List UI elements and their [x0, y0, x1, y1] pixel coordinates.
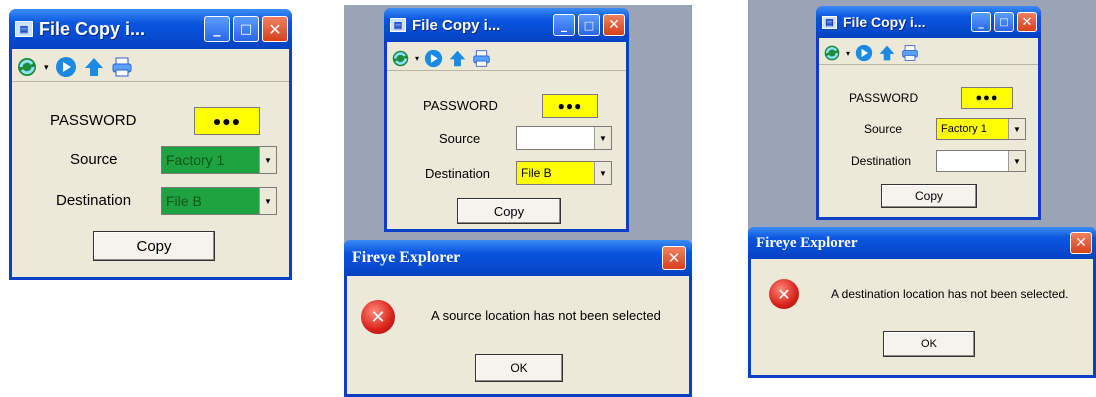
- error-dialog: Fireye Explorer ✕ ✕ A source location ha…: [344, 240, 692, 397]
- maximize-button[interactable]: □: [233, 16, 259, 42]
- refresh-icon[interactable]: [16, 56, 38, 78]
- chevron-down-icon[interactable]: ▼: [594, 127, 611, 149]
- play-icon[interactable]: [424, 49, 443, 68]
- toolbar: ▾: [387, 46, 626, 71]
- copy-button-label: Copy: [493, 203, 525, 219]
- print-icon[interactable]: [111, 56, 133, 78]
- upload-arrow-icon[interactable]: [83, 56, 105, 78]
- chevron-down-icon[interactable]: ▼: [594, 162, 611, 184]
- title-bar: ▤ File Copy i... _ □ ✕: [9, 9, 292, 49]
- source-label: Source: [864, 122, 903, 136]
- file-copy-window: ▤ File Copy i... _ □ ✕ ▾ PASSWORD ●●● So…: [9, 9, 292, 280]
- title-bar: ▤ File Copy i... _ □ ✕: [384, 8, 629, 42]
- ok-button-label: OK: [510, 361, 528, 375]
- destination-label: Destination: [425, 166, 491, 181]
- minimize-button[interactable]: _: [204, 16, 230, 42]
- destination-value: File B: [166, 193, 202, 209]
- dropdown-arrow-icon[interactable]: ▾: [44, 62, 49, 73]
- ok-button-label: OK: [921, 338, 937, 350]
- dialog-title: Fireye Explorer: [352, 249, 461, 266]
- window-title: File Copy i...: [412, 16, 501, 34]
- error-dialog: Fireye Explorer ✕ ✕ A destination locati…: [748, 227, 1096, 378]
- maximize-button[interactable]: □: [994, 12, 1014, 32]
- password-label: PASSWORD: [50, 112, 137, 129]
- window-title: File Copy i...: [843, 14, 926, 30]
- dialog-title: Fireye Explorer: [756, 234, 858, 251]
- minimize-button[interactable]: _: [971, 12, 991, 32]
- panel-1: ▤ File Copy i... _ □ ✕ ▾ PASSWORD ●●● So…: [0, 0, 300, 397]
- minimize-button[interactable]: _: [553, 14, 575, 36]
- copy-button[interactable]: Copy: [457, 198, 561, 224]
- play-icon[interactable]: [55, 56, 77, 78]
- file-copy-window: ▤ File Copy i... _ □ ✕ ▾ PASSWORD ●●● So…: [384, 8, 629, 232]
- panel-2: ▤ File Copy i... _ □ ✕ ▾ PASSWORD ●●● So…: [344, 5, 692, 397]
- panel-3: ▤ File Copy i... _ □ ✕ ▾ PASSWORD ●●● So…: [748, 0, 1096, 378]
- dialog-close-button[interactable]: ✕: [662, 246, 686, 270]
- error-icon: ✕: [361, 300, 395, 334]
- app-icon: ▤: [15, 21, 33, 37]
- password-label: PASSWORD: [423, 98, 498, 113]
- password-mask: ●●●: [975, 92, 999, 104]
- destination-dropdown[interactable]: File B ▼: [516, 161, 612, 185]
- destination-value: File B: [521, 166, 552, 180]
- upload-arrow-icon[interactable]: [448, 49, 467, 68]
- app-icon: ▤: [390, 18, 406, 32]
- title-bar: ▤ File Copy i... _ □ ✕: [816, 6, 1041, 38]
- destination-dropdown[interactable]: ▼: [936, 150, 1026, 172]
- play-icon[interactable]: [855, 44, 873, 62]
- password-mask: ●●●: [212, 113, 242, 129]
- password-field[interactable]: ●●●: [542, 94, 598, 118]
- copy-button[interactable]: Copy: [93, 231, 215, 261]
- copy-button-label: Copy: [914, 189, 943, 203]
- upload-arrow-icon[interactable]: [878, 44, 896, 62]
- dialog-message: A source location has not been selected: [431, 308, 661, 323]
- source-dropdown[interactable]: ▼: [516, 126, 612, 150]
- source-dropdown[interactable]: Factory 1 ▼: [936, 118, 1026, 140]
- print-icon[interactable]: [901, 44, 919, 62]
- copy-button-label: Copy: [136, 237, 172, 255]
- ok-button[interactable]: OK: [475, 354, 563, 382]
- ok-button[interactable]: OK: [883, 331, 975, 357]
- toolbar: ▾: [819, 42, 1038, 65]
- source-dropdown[interactable]: Factory 1 ▼: [161, 146, 277, 174]
- dropdown-arrow-icon[interactable]: ▾: [846, 49, 850, 58]
- close-button[interactable]: ✕: [1017, 12, 1037, 32]
- dialog-close-button[interactable]: ✕: [1070, 232, 1092, 254]
- chevron-down-icon[interactable]: ▼: [259, 147, 276, 173]
- source-label: Source: [439, 131, 481, 146]
- dialog-message: A destination location has not been sele…: [831, 287, 1069, 301]
- dropdown-arrow-icon[interactable]: ▾: [415, 54, 419, 63]
- app-icon: ▤: [822, 15, 837, 29]
- file-copy-window: ▤ File Copy i... _ □ ✕ ▾ PASSWORD ●●● So…: [816, 6, 1041, 220]
- toolbar: ▾: [12, 53, 289, 82]
- window-title: File Copy i...: [39, 18, 146, 39]
- password-label: PASSWORD: [849, 91, 919, 105]
- source-label: Source: [70, 151, 118, 168]
- print-icon[interactable]: [472, 49, 491, 68]
- close-button[interactable]: ✕: [603, 14, 625, 36]
- error-icon: ✕: [769, 279, 799, 309]
- chevron-down-icon[interactable]: ▼: [259, 188, 276, 214]
- chevron-down-icon[interactable]: ▼: [1008, 151, 1025, 171]
- maximize-button[interactable]: □: [578, 14, 600, 36]
- destination-dropdown[interactable]: File B ▼: [161, 187, 277, 215]
- password-mask: ●●●: [557, 99, 583, 113]
- password-field[interactable]: ●●●: [194, 107, 260, 135]
- chevron-down-icon[interactable]: ▼: [1008, 119, 1025, 139]
- destination-label: Destination: [851, 154, 912, 168]
- source-value: Factory 1: [166, 152, 225, 168]
- password-field[interactable]: ●●●: [961, 87, 1013, 109]
- refresh-icon[interactable]: [391, 49, 410, 68]
- source-value: Factory 1: [941, 123, 987, 135]
- dialog-title-bar: Fireye Explorer ✕: [344, 240, 692, 276]
- refresh-icon[interactable]: [823, 44, 841, 62]
- dialog-title-bar: Fireye Explorer ✕: [748, 227, 1096, 259]
- copy-button[interactable]: Copy: [881, 184, 977, 208]
- destination-label: Destination: [56, 192, 132, 209]
- close-button[interactable]: ✕: [262, 16, 288, 42]
